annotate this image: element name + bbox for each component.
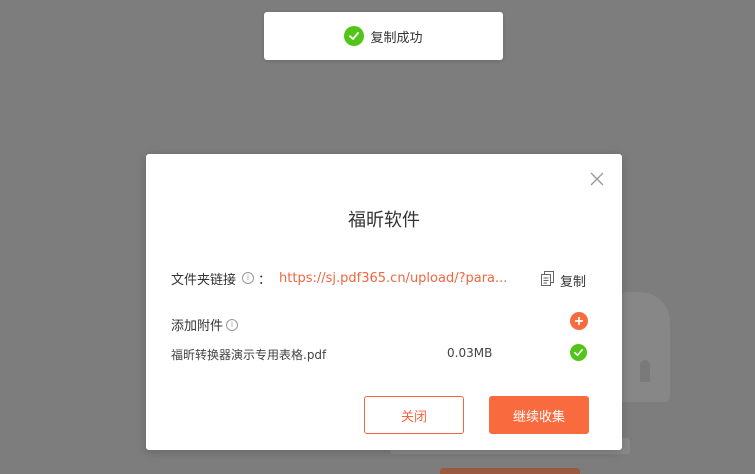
check-circle-icon [570, 344, 587, 361]
attachments-header: 添加附件 i [171, 315, 239, 334]
info-icon[interactable]: i [226, 318, 239, 331]
close-button[interactable]: 关闭 [364, 396, 464, 434]
toast-message: 复制成功 [370, 30, 423, 46]
check-circle-icon [344, 26, 365, 46]
plus-icon [575, 317, 583, 325]
share-dialog: 福昕软件 文件夹链接 i ： https://sj.pdf365.cn/uplo… [146, 154, 622, 450]
attachment-row: 福昕转换器演示专用表格.pdf 0.03MB [171, 344, 591, 362]
folder-link-url[interactable]: https://sj.pdf365.cn/upload/?para... [279, 271, 519, 286]
toast-notification: 复制成功 [264, 12, 503, 60]
copy-button[interactable]: 复制 [540, 270, 586, 290]
copy-icon [540, 270, 556, 290]
continue-collecting-button[interactable]: 继续收集 [489, 396, 589, 434]
folder-link-row: 文件夹链接 i ： https://sj.pdf365.cn/upload/?p… [171, 268, 591, 288]
colon-separator: ： [258, 272, 272, 288]
attachment-file-size: 0.03MB [447, 346, 493, 360]
attachments-label: 添加附件 [171, 319, 224, 334]
dialog-title: 福昕软件 [348, 210, 420, 231]
background-illustration-detail [640, 360, 650, 382]
folder-link-label: 文件夹链接 [171, 272, 237, 288]
background-button-blurred [440, 468, 580, 474]
attachment-file-name: 福昕转换器演示专用表格.pdf [171, 348, 327, 362]
info-icon[interactable]: i [242, 272, 255, 284]
add-attachment-button[interactable] [570, 312, 588, 330]
close-icon[interactable] [588, 170, 606, 188]
copy-label: 复制 [560, 274, 587, 290]
